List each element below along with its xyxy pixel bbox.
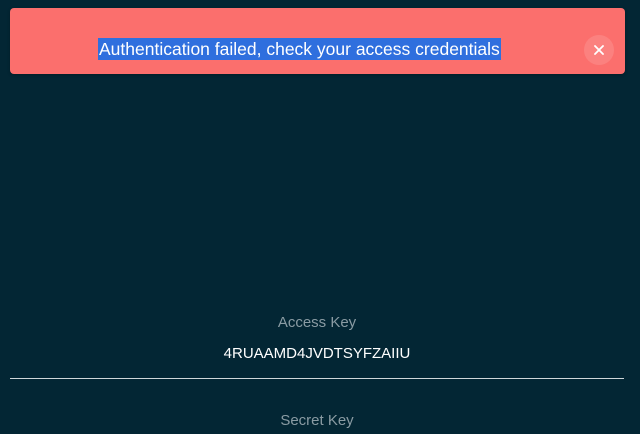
access-key-label-row: Access Key	[10, 314, 624, 332]
secret-key-label: Secret Key	[280, 412, 354, 429]
error-alert: Authentication failed, check your access…	[10, 8, 625, 74]
access-key-underline	[10, 378, 624, 379]
secret-key-label-row: Secret Key	[10, 412, 624, 430]
access-key-field[interactable]: 4RUAAMD4JVDTSYFZAIIU	[10, 345, 624, 363]
close-icon	[594, 45, 604, 55]
access-key-label: Access Key	[277, 314, 357, 331]
alert-message: Authentication failed, check your access…	[98, 38, 501, 60]
access-key-value[interactable]: 4RUAAMD4JVDTSYFZAIIU	[224, 345, 411, 362]
login-page: Authentication failed, check your access…	[0, 0, 640, 434]
alert-close-button[interactable]	[584, 35, 614, 65]
